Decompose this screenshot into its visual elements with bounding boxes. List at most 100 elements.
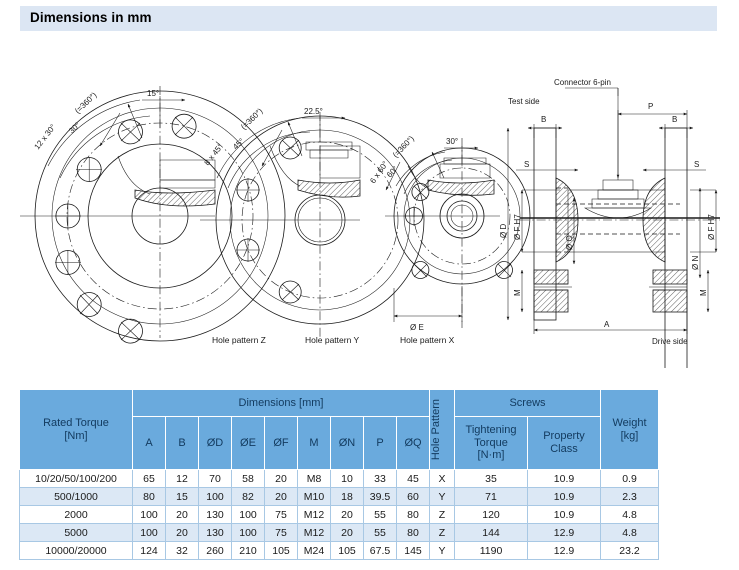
cell-on: 20 [330,523,364,542]
label-diameter-d-left: Ø D [499,224,508,238]
label-hole-pattern-z: Hole pattern Z [212,335,266,345]
label-z-offset: 15° [147,89,159,98]
cell-weight: 2.3 [600,487,659,506]
table-row: 500/1000 80 15 100 82 20 M10 18 39.5 60 … [19,487,659,506]
label-diameter-f-right: Ø F H7 [707,214,716,240]
header-pc-line1: Property [543,430,585,443]
label-z-pitch: 30° [67,121,82,136]
cell-m: M24 [297,541,331,560]
flange-drawing-y: 8 x 45° (=360°) 45° 22.5° Hole pattern Y [200,106,425,345]
cell-rated-torque: 5000 [19,523,133,542]
cell-hole-pattern: Z [429,505,455,524]
label-drive-side: Drive side [652,337,688,346]
cell-oe: 58 [231,469,265,488]
label-dim-b-right: B [672,115,677,124]
assembly-drawing: B B P Connector 6-pin Test side S S Ø D … [499,78,720,368]
label-diameter-e: Ø E [410,323,424,332]
cell-oe: 210 [231,541,265,560]
cell-oe: 100 [231,505,265,524]
cell-on: 10 [330,469,364,488]
cell-property-class: 10.9 [527,505,601,524]
cell-on: 18 [330,487,364,506]
cell-b: 32 [165,541,199,560]
cell-weight: 0.9 [600,469,659,488]
cell-of: 75 [264,505,298,524]
cell-a: 100 [132,523,166,542]
flange-section-x [407,157,495,196]
header-dim-oe: ØE [231,416,265,470]
cell-property-class: 10.9 [527,469,601,488]
header-hole-pattern-text: Hole Pattern [430,398,442,461]
page-title: Dimensions in mm [30,10,152,25]
header-tt-line3: [N·m] [477,449,505,462]
flange-section-y [269,141,361,198]
header-pc-line2: Class [550,443,578,455]
table-header-row-1: Rated Torque [Nm] Dimensions [mm] Hole P… [19,389,659,470]
cell-oq: 60 [396,487,430,506]
cell-on: 105 [330,541,364,560]
cell-od: 130 [198,505,232,524]
cell-p: 55 [363,505,397,524]
label-z-count: 12 x 30° [32,122,57,151]
header-dim-m: M [297,416,331,470]
table-row: 10000/20000 124 32 260 210 105 M24 105 6… [19,541,659,560]
label-dim-b-left: B [541,115,546,124]
cell-a: 100 [132,505,166,524]
cell-oe: 82 [231,487,265,506]
cell-tightening-torque: 120 [454,505,528,524]
connector-6pin [584,179,652,219]
header-property-class: Property Class [527,416,601,470]
cell-of: 20 [264,487,298,506]
cell-p: 33 [363,469,397,488]
cell-a: 124 [132,541,166,560]
drawing-svg: 12 x 30° (=360°) 30° 15° Hole pattern Z [20,78,720,368]
cell-of: 105 [264,541,298,560]
header-rated-torque: Rated Torque [Nm] [19,389,133,470]
header-dim-of: ØF [264,416,298,470]
header-tightening-torque: Tightening Torque [N·m] [454,416,528,470]
label-diameter-f-left: Ø F H7 [513,214,522,240]
cell-property-class: 12.9 [527,523,601,542]
cell-rated-torque: 2000 [19,505,133,524]
label-dim-s-left: S [524,160,529,169]
cell-od: 100 [198,487,232,506]
header-hole-pattern: Hole Pattern [429,389,455,470]
technical-drawing-area: 12 x 30° (=360°) 30° 15° Hole pattern Z [0,38,739,368]
cell-b: 12 [165,469,199,488]
header-rated-torque-line1: Rated Torque [43,416,109,429]
cell-b: 15 [165,487,199,506]
cell-rated-torque: 500/1000 [19,487,133,506]
label-dim-p: P [648,102,653,111]
label-dim-m-right: M [699,289,708,296]
cell-hole-pattern: X [429,469,455,488]
label-x-offset: 30° [446,137,458,146]
cell-weight: 4.8 [600,505,659,524]
specifications-table: Rated Torque [Nm] Dimensions [mm] Hole P… [19,389,659,560]
cell-b: 20 [165,523,199,542]
cell-m: M10 [297,487,331,506]
cell-m: M12 [297,523,331,542]
cell-p: 55 [363,523,397,542]
cell-tightening-torque: 144 [454,523,528,542]
cell-od: 70 [198,469,232,488]
header-dim-oq: ØQ [396,416,430,470]
table-header: Rated Torque [Nm] Dimensions [mm] Hole P… [19,389,659,470]
cell-oq: 145 [396,541,430,560]
header-tt-line2: Torque [474,436,508,449]
cell-tightening-torque: 35 [454,469,528,488]
header-weight-line2: [kg] [620,429,639,442]
label-x-total: (=360°) [391,134,416,160]
cell-of: 75 [264,523,298,542]
header-tt-line1: Tightening [465,424,517,437]
cell-p: 39.5 [363,487,397,506]
cell-tightening-torque: 71 [454,487,528,506]
cell-weight: 4.8 [600,523,659,542]
assembly-right-vert-dimensions: Ø F H7 Ø N M [690,187,718,313]
cell-b: 20 [165,505,199,524]
cell-rated-torque: 10000/20000 [19,541,133,560]
cell-of: 20 [264,469,298,488]
flange-left-assembly [533,127,579,321]
cell-a: 65 [132,469,166,488]
header-weight-line1: Weight [612,416,647,429]
cell-a: 80 [132,487,166,506]
